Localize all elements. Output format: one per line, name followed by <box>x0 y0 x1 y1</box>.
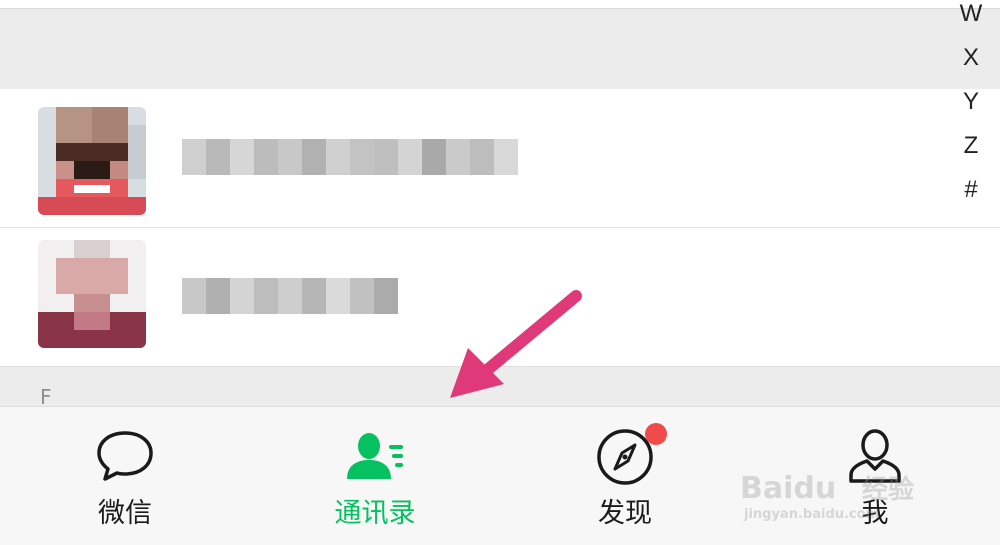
index-letter[interactable]: X <box>956 36 986 80</box>
section-header <box>0 8 1000 89</box>
contacts-icon <box>347 433 403 479</box>
watermark-brand: Baidu <box>740 471 836 506</box>
contact-avatar <box>38 240 146 348</box>
tab-label: 发现 <box>598 498 652 529</box>
tab-discover[interactable]: 发现 <box>500 407 750 545</box>
annotation-arrow-icon <box>450 290 582 398</box>
watermark-url: jingyan.baidu.com <box>743 507 879 522</box>
tab-label: 微信 <box>98 498 152 529</box>
tab-label: 通讯录 <box>334 498 416 529</box>
index-letter[interactable]: Z <box>956 124 986 168</box>
tab-contacts[interactable]: 通讯录 <box>250 407 500 545</box>
notification-badge <box>645 423 667 445</box>
tab-chats[interactable]: 微信 <box>0 407 250 545</box>
chat-bubble-icon <box>97 431 153 481</box>
watermark-suffix: 经验 <box>862 474 914 505</box>
contact-name-blurred <box>182 139 518 175</box>
contact-row[interactable] <box>0 89 1000 228</box>
baidu-watermark: Baidu 经验 jingyan.baidu.com <box>740 471 914 522</box>
contact-avatar <box>38 107 146 215</box>
contact-name-blurred <box>182 278 398 314</box>
index-letter[interactable]: Y <box>956 80 986 124</box>
index-letter[interactable]: # <box>956 168 986 212</box>
alphabet-index[interactable]: W X Y Z # <box>956 0 986 212</box>
index-letter[interactable]: W <box>956 0 986 36</box>
